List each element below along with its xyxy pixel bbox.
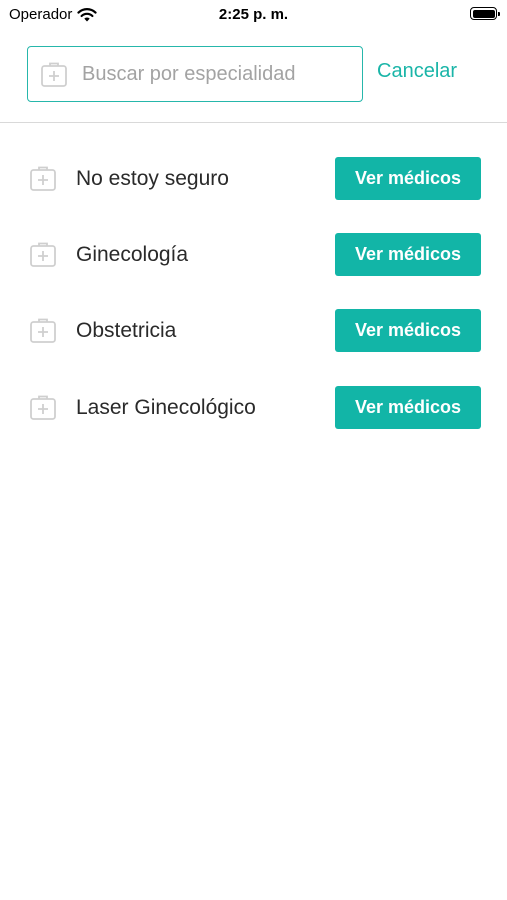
- medical-kit-icon: [41, 62, 67, 87]
- specialty-name: No estoy seguro: [76, 167, 229, 190]
- specialty-name: Obstetricia: [76, 319, 177, 342]
- medical-kit-icon: [30, 395, 56, 420]
- search-input[interactable]: [82, 62, 342, 86]
- search-field[interactable]: [27, 46, 363, 102]
- list-item: Laser Ginecológico Ver médicos: [0, 386, 507, 429]
- medical-kit-icon: [30, 166, 56, 191]
- list-item: Obstetricia Ver médicos: [0, 309, 507, 352]
- status-time: 2:25 p. m.: [218, 6, 289, 23]
- ver-medicos-button[interactable]: Ver médicos: [335, 233, 481, 276]
- battery-icon: [470, 7, 500, 20]
- ver-medicos-button[interactable]: Ver médicos: [335, 309, 481, 352]
- specialty-name: Laser Ginecológico: [76, 396, 256, 419]
- ver-medicos-button[interactable]: Ver médicos: [335, 386, 481, 429]
- header-divider: [0, 122, 507, 123]
- status-bar: Operador 2:25 p. m.: [0, 0, 507, 28]
- list-item: Ginecología Ver médicos: [0, 233, 507, 276]
- cancel-button[interactable]: Cancelar: [377, 60, 457, 83]
- ver-medicos-button[interactable]: Ver médicos: [335, 157, 481, 200]
- medical-kit-icon: [30, 318, 56, 343]
- search-bar: Cancelar: [27, 46, 487, 102]
- list-item: No estoy seguro Ver médicos: [0, 157, 507, 200]
- medical-kit-icon: [30, 242, 56, 267]
- specialty-name: Ginecología: [76, 243, 189, 266]
